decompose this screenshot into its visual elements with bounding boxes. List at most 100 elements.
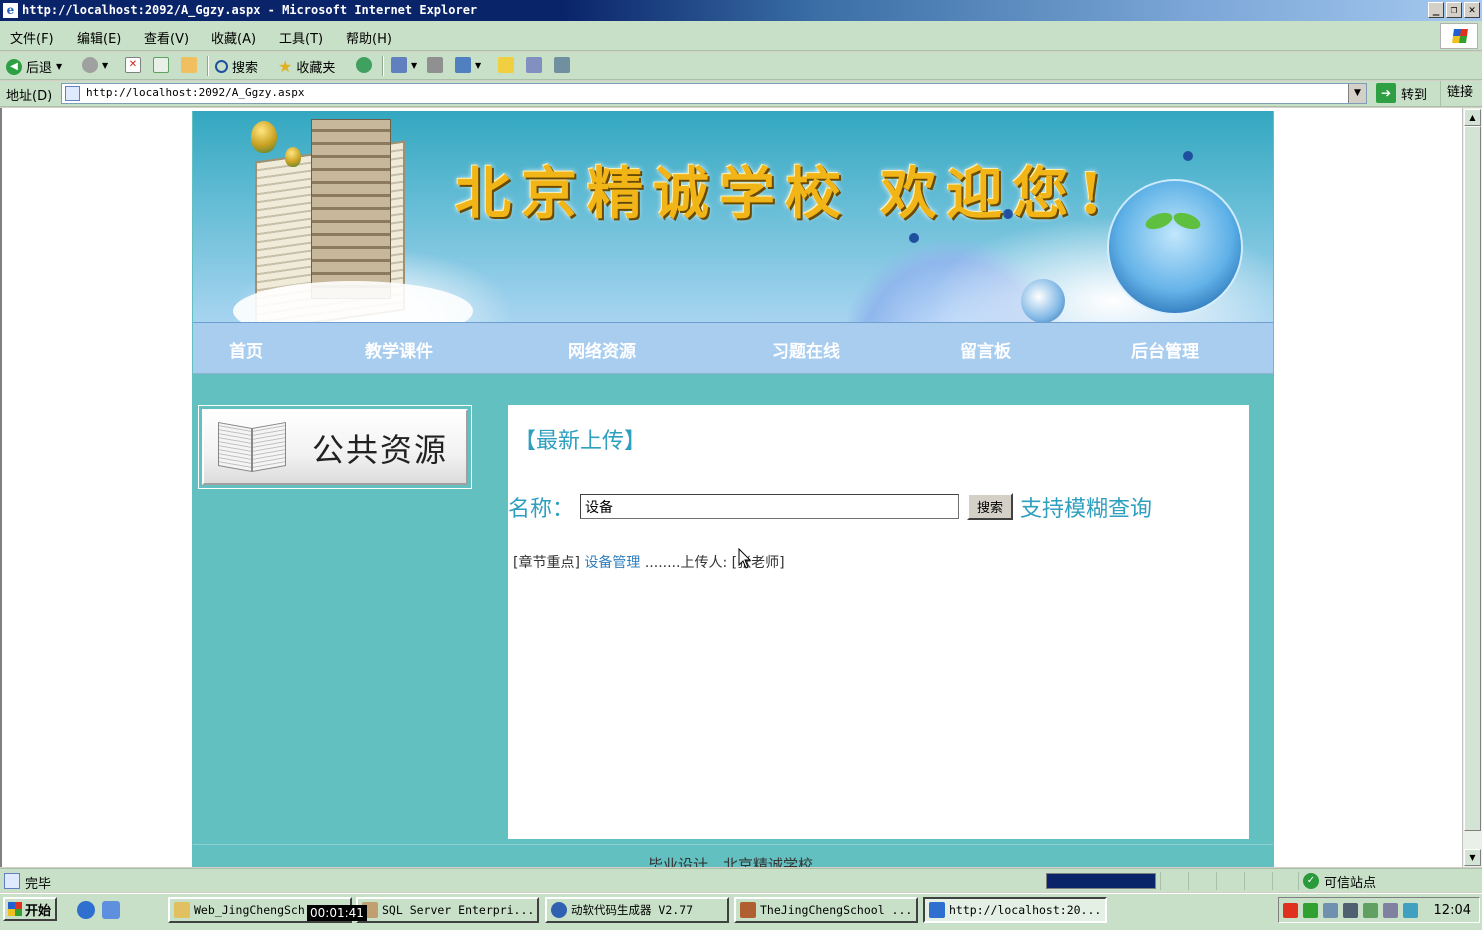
messenger-icon	[526, 57, 542, 73]
nav-admin[interactable]: 后台管理	[1131, 337, 1199, 362]
messenger-button[interactable]	[526, 57, 542, 73]
edit-icon	[455, 57, 471, 73]
windows-logo-icon	[8, 902, 22, 916]
tray-ime-icon[interactable]	[1403, 903, 1418, 918]
go-button[interactable]: ➔ 转到	[1376, 83, 1427, 103]
home-icon	[181, 57, 197, 73]
banner-title: 北京精诚学校 欢迎您!	[455, 161, 1114, 227]
back-button[interactable]: ◀ 后退 ▼	[6, 57, 62, 76]
menu-help[interactable]: 帮助(H)	[346, 28, 392, 47]
scroll-down-icon[interactable]: ▼	[1464, 849, 1481, 866]
tray-sound-icon[interactable]	[1323, 903, 1338, 918]
windows-logo-icon	[1440, 23, 1478, 49]
start-label: 开始	[25, 903, 52, 919]
mouse-cursor-icon	[738, 547, 752, 570]
fuzzy-search-hint: 支持模糊查询	[1020, 497, 1153, 522]
network-node	[909, 233, 919, 243]
links-button[interactable]: 链接	[1440, 81, 1473, 107]
ie-icon: e	[3, 3, 18, 18]
discuss-button[interactable]	[498, 57, 514, 73]
print-button[interactable]	[427, 57, 443, 73]
page-icon	[65, 86, 80, 101]
outlook-quicklaunch-icon[interactable]	[102, 901, 120, 919]
nav-message-board[interactable]: 留言板	[960, 337, 1011, 362]
menu-favorites[interactable]: 收藏(A)	[211, 28, 256, 47]
chevron-down-icon[interactable]: ▼	[475, 61, 481, 70]
research-button[interactable]	[554, 57, 570, 73]
forward-button[interactable]: ▼	[82, 57, 108, 73]
result-uploader-prefix: ........上传人:	[644, 555, 728, 571]
task-sql-server[interactable]: SQL Server Enterpri...	[356, 897, 539, 923]
security-zone: ✓ 可信站点	[1298, 872, 1376, 891]
go-label: 转到	[1401, 87, 1428, 103]
edit-button[interactable]: ▼	[455, 57, 481, 73]
forward-arrow-icon	[82, 57, 98, 73]
tray-app-icon[interactable]	[1283, 903, 1298, 918]
favorites-button[interactable]: ★ 收藏夹	[278, 57, 335, 76]
small-globe-image	[1021, 279, 1065, 322]
recording-timer: 00:01:41	[307, 905, 367, 921]
menu-edit[interactable]: 编辑(E)	[77, 28, 121, 47]
status-pane	[1244, 872, 1270, 890]
task-visual-studio[interactable]: TheJingChengSchool ...	[734, 897, 918, 923]
search-button[interactable]: 搜索	[967, 493, 1013, 520]
task-label: 动软代码生成器 V2.77	[571, 903, 694, 917]
building-image	[311, 119, 391, 299]
chevron-down-icon[interactable]: ▼	[102, 61, 108, 70]
tray-device-icon[interactable]	[1383, 903, 1398, 918]
vertical-scrollbar[interactable]: ▲ ▼	[1462, 108, 1482, 867]
window-controls: _ ❐ ✕	[1428, 2, 1480, 18]
history-button[interactable]	[356, 57, 372, 73]
status-pane	[1188, 872, 1214, 890]
nav-home[interactable]: 首页	[229, 337, 263, 362]
scroll-up-icon[interactable]: ▲	[1464, 109, 1481, 126]
sidebar-header: 公共资源	[202, 409, 468, 485]
menu-tools[interactable]: 工具(T)	[279, 28, 323, 47]
go-arrow-icon: ➔	[1376, 83, 1396, 103]
start-button[interactable]: 开始	[3, 897, 57, 921]
status-bar: 完毕 ✓ 可信站点	[0, 868, 1482, 892]
menu-file[interactable]: 文件(F)	[10, 28, 54, 47]
address-url[interactable]: http://localhost:2092/A_Ggzy.aspx	[86, 86, 305, 99]
address-dropdown-icon[interactable]: ▼	[1348, 84, 1366, 103]
mail-icon	[391, 57, 407, 73]
search-button[interactable]: 搜索	[215, 57, 258, 76]
stop-icon: ✕	[125, 57, 141, 73]
result-title-link[interactable]: 设备管理	[584, 555, 640, 571]
chevron-down-icon[interactable]: ▼	[56, 62, 62, 71]
back-arrow-icon: ◀	[6, 58, 22, 75]
restore-button[interactable]: ❐	[1446, 2, 1462, 18]
tray-monitor-icon[interactable]	[1343, 903, 1358, 918]
task-internet-explorer[interactable]: http://localhost:20...	[923, 897, 1107, 923]
favorites-label: 收藏夹	[296, 61, 336, 76]
chevron-down-icon[interactable]: ▼	[411, 61, 417, 70]
footer-text: 毕业设计，北京精诚学校	[648, 856, 814, 867]
task-code-generator[interactable]: 动软代码生成器 V2.77	[545, 897, 729, 923]
menu-view[interactable]: 查看(V)	[144, 28, 189, 47]
address-input[interactable]: http://localhost:2092/A_Ggzy.aspx ▼	[61, 83, 1367, 104]
tray-network-icon[interactable]	[1303, 903, 1318, 918]
window-title-bar: e http://localhost:2092/A_Ggzy.aspx - Mi…	[0, 0, 1482, 21]
stop-button[interactable]: ✕	[125, 57, 141, 73]
task-label: http://localhost:20...	[949, 903, 1102, 917]
nav-web-resources[interactable]: 网络资源	[568, 337, 636, 362]
home-button[interactable]	[181, 57, 197, 73]
tray-security-icon[interactable]	[1363, 903, 1378, 918]
nav-courseware[interactable]: 教学课件	[365, 337, 433, 362]
ie-quicklaunch-icon[interactable]	[77, 901, 95, 919]
clock: 12:04	[1433, 903, 1471, 918]
close-button[interactable]: ✕	[1464, 2, 1480, 18]
site-banner: 北京精诚学校 欢迎您!	[193, 111, 1273, 322]
page-viewport: 北京精诚学校 欢迎您! 首页 教学课件 网络资源 习题在线 留言板 后台管理 公…	[0, 108, 1462, 867]
search-input[interactable]	[580, 494, 959, 519]
progress-bar	[1046, 873, 1156, 889]
minimize-button[interactable]: _	[1428, 2, 1444, 18]
scroll-thumb[interactable]	[1464, 126, 1481, 831]
refresh-button[interactable]	[153, 57, 169, 73]
mail-button[interactable]: ▼	[391, 57, 417, 73]
nav-exercises[interactable]: 习题在线	[772, 337, 840, 362]
status-pane	[1216, 872, 1242, 890]
balloon-icon	[285, 147, 301, 167]
status-pane	[1272, 872, 1298, 890]
toolbar-separator	[382, 56, 384, 76]
